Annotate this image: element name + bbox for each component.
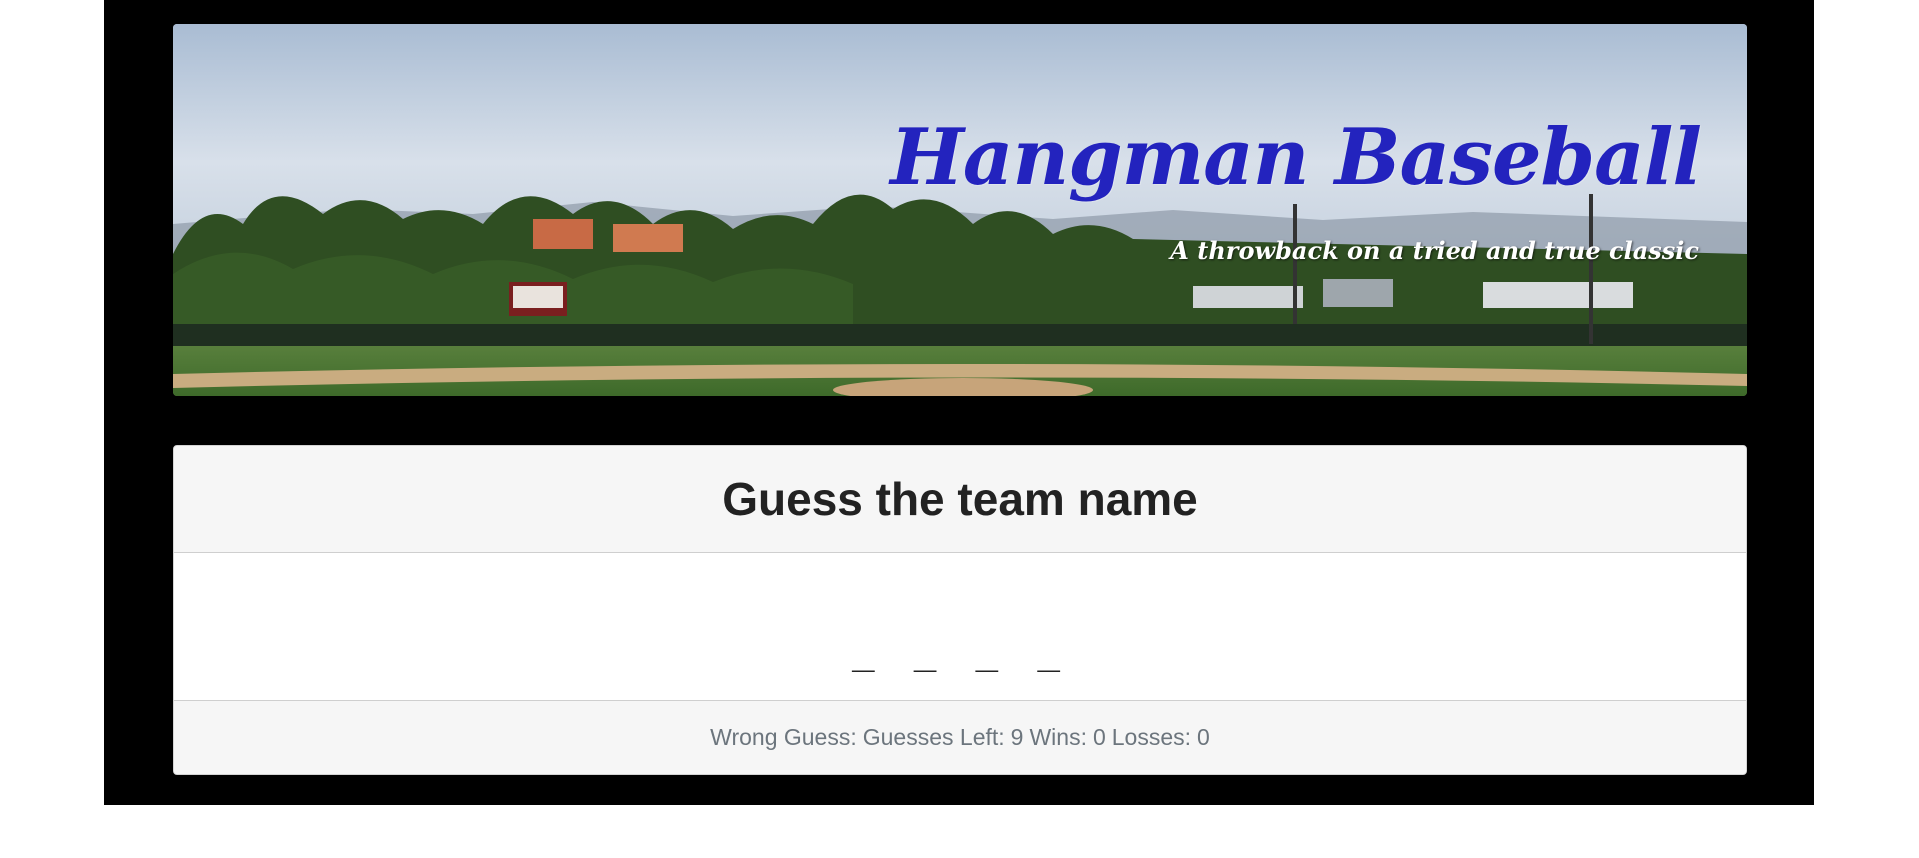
game-card: Guess the team name _ _ _ _ Wrong Guess:… <box>173 445 1747 775</box>
game-card-body: _ _ _ _ <box>174 553 1746 700</box>
word-blanks: _ _ _ _ <box>851 628 1069 672</box>
game-card-header: Guess the team name <box>174 446 1746 553</box>
losses-value: 0 <box>1197 724 1210 750</box>
game-status-bar: Wrong Guess: Guesses Left: 9 Wins: 0 Los… <box>174 700 1746 774</box>
app-title: Hangman Baseball <box>890 112 1702 203</box>
losses-label: Losses: <box>1111 724 1192 750</box>
baseball-field-illustration <box>173 24 1747 396</box>
game-heading: Guess the team name <box>722 473 1198 525</box>
app-subtitle: A throwback on a tried and true classic <box>1170 236 1699 265</box>
wins-value: 0 <box>1092 724 1106 750</box>
guesses-left-label: Guesses Left: <box>862 724 1005 750</box>
wrong-guess-label: Wrong Guess: <box>710 724 857 750</box>
guesses-left-value: 9 <box>1010 724 1024 750</box>
wins-label: Wins: <box>1029 724 1087 750</box>
hero-banner: Hangman Baseball A throwback on a tried … <box>173 24 1747 396</box>
page-frame: Hangman Baseball A throwback on a tried … <box>104 0 1814 805</box>
